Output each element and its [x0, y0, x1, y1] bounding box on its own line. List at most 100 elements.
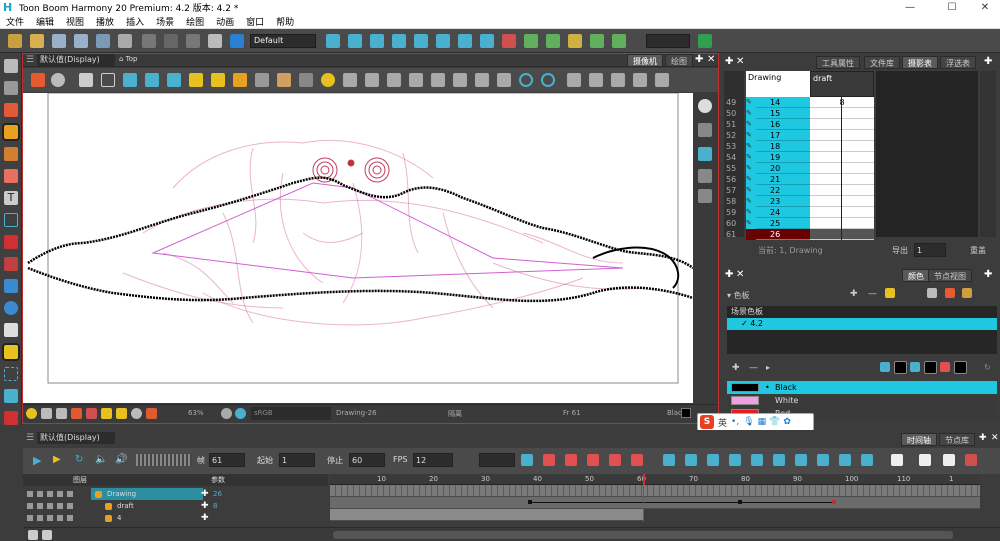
stack2-icon[interactable] [698, 189, 712, 203]
timeline-grip-icon[interactable]: ☰ [26, 433, 34, 443]
xsheet-draft-cell[interactable] [810, 185, 874, 196]
globe-icon[interactable] [4, 301, 18, 315]
panel-menu-icon-2[interactable]: ✚ [984, 269, 992, 280]
scene-palette-row[interactable]: 场景色板 [727, 306, 997, 318]
menu-scene[interactable]: 场景 [150, 15, 180, 28]
palette-folder-icon[interactable] [885, 288, 895, 298]
safe-area-icon[interactable] [123, 73, 137, 87]
color-fill-swatch[interactable] [924, 361, 937, 374]
bounding-box-icon[interactable] [568, 34, 582, 48]
xsheet-row[interactable]: 50 ✎ 15 [724, 108, 874, 119]
xsheet-row[interactable]: 49 ✎ 14 8 [724, 97, 874, 108]
xsheet-drawing-cell[interactable]: 19 [756, 152, 810, 163]
play-button[interactable]: ▶ [33, 454, 41, 467]
export-field[interactable] [914, 243, 946, 257]
layer-name[interactable]: 4 [101, 512, 203, 524]
select-tool-icon[interactable] [4, 59, 18, 73]
layer-add-icon[interactable]: ✚ [201, 512, 209, 524]
track-draft[interactable] [330, 497, 980, 509]
xsheet-drawing-cell[interactable]: 24 [756, 207, 810, 218]
fit-icon[interactable] [655, 73, 669, 87]
xsheet-row[interactable]: 57 ✎ 22 [724, 185, 874, 196]
open-folder-icon[interactable] [30, 34, 44, 48]
fps-field[interactable] [413, 453, 453, 467]
track-drawing[interactable] [330, 485, 980, 497]
xsheet-draft-cell[interactable] [810, 218, 874, 229]
track-layer-4[interactable] [330, 509, 644, 521]
add-palette-button[interactable]: ✚ [850, 289, 858, 299]
field-guide-icon[interactable] [145, 73, 159, 87]
layer-lock-icon[interactable] [37, 503, 43, 509]
add-view-icon[interactable]: ✚ [695, 54, 703, 65]
color-menu-arrow[interactable]: ▸ [766, 363, 770, 372]
xsheet-row[interactable]: 59 ✎ 24 [724, 207, 874, 218]
ime-mic-icon[interactable]: 🎙 [743, 417, 754, 427]
sync-icon[interactable] [839, 454, 851, 466]
camera-canvas[interactable] [23, 92, 694, 403]
menu-drawing[interactable]: 绘图 [180, 15, 210, 28]
keyframe-icon-2[interactable] [543, 454, 555, 466]
timeline-add-icon[interactable]: ✚ [979, 433, 987, 443]
lock-small-icon[interactable] [101, 408, 112, 419]
xsheet-drawing-cell[interactable]: 18 [756, 141, 810, 152]
delete-icon[interactable] [773, 454, 785, 466]
close-view-icon[interactable]: ✕ [707, 54, 715, 65]
timeline-display-select[interactable]: 默认值(Display) [37, 432, 115, 444]
remove-palette-button[interactable]: — [868, 289, 877, 299]
close-panel-icon[interactable]: ✕ [736, 56, 744, 67]
flip-h-icon[interactable] [409, 73, 423, 87]
stamp-tool-icon[interactable] [4, 147, 18, 161]
transform-icon[interactable] [326, 34, 340, 48]
tab-node-library[interactable]: 节点库 [939, 433, 975, 446]
crop-icon[interactable] [633, 73, 647, 87]
brush-tool-icon[interactable] [4, 103, 18, 117]
column-header-drawing[interactable]: Drawing [746, 71, 810, 97]
eraser-tool-icon[interactable] [4, 169, 18, 183]
peg-icon[interactable] [524, 34, 538, 48]
draft-key-end[interactable] [832, 500, 836, 504]
menu-window[interactable]: 窗口 [240, 15, 270, 28]
xsheet-row[interactable]: 54 ✎ 19 [724, 152, 874, 163]
layer-lock-icon[interactable] [37, 515, 43, 521]
hierarchy-icon[interactable] [590, 34, 604, 48]
layer-name[interactable]: draft [101, 500, 203, 512]
tab-camera[interactable]: 摄像机 [627, 54, 663, 67]
keyframe-icon-3[interactable] [565, 454, 577, 466]
xsheet-draft-cell[interactable] [810, 130, 874, 141]
color-fill-icon[interactable] [910, 362, 920, 372]
close-panel-icon-2[interactable]: ✕ [736, 269, 744, 280]
spline-offset-icon[interactable] [436, 34, 450, 48]
xsheet-draft-cell[interactable] [810, 207, 874, 218]
timeline-hscroll[interactable] [333, 531, 953, 539]
xsheet-drawing-cell[interactable]: 23 [756, 196, 810, 207]
contour-editor-icon[interactable] [4, 81, 18, 95]
ime-punct-icon[interactable]: •, [731, 417, 739, 427]
add-panel-icon-2[interactable]: ✚ [725, 269, 733, 280]
maximize-button[interactable]: ☐ [937, 0, 967, 15]
timeline-ruler[interactable]: 10 20 30 40 50 60 70 80 90 100 110 1 [330, 474, 980, 485]
layer-color-icon[interactable] [67, 491, 73, 497]
zoom-level[interactable]: 63% [188, 409, 204, 417]
add-color-button[interactable]: ✚ [732, 363, 740, 373]
save-version-icon[interactable] [96, 34, 110, 48]
tab-library[interactable]: 文件库 [864, 56, 900, 69]
xsheet-row[interactable]: 58 ✎ 23 [724, 196, 874, 207]
play-selection-icon[interactable]: ▶ [53, 454, 61, 465]
color-line-swatch[interactable] [894, 361, 907, 374]
stop-field[interactable] [349, 453, 385, 467]
add-panel-icon[interactable]: ✚ [725, 56, 733, 67]
translate-icon[interactable] [348, 34, 362, 48]
color-swatch-row[interactable]: White [727, 394, 997, 407]
show-strokes-icon[interactable] [567, 73, 581, 87]
envelope-icon[interactable] [387, 73, 401, 87]
layer-solo-icon[interactable] [47, 515, 53, 521]
minimize-button[interactable]: — [895, 0, 925, 15]
layer-name[interactable]: Drawing [91, 488, 203, 500]
extend-icon[interactable] [795, 454, 807, 466]
onion-icon[interactable] [71, 408, 82, 419]
motion-key-icon[interactable] [707, 454, 719, 466]
sound-icon[interactable]: 🔈 [95, 454, 107, 465]
xsheet-draft-cell[interactable]: 8 [810, 97, 874, 108]
save-as-icon[interactable] [74, 34, 88, 48]
copy-icon[interactable] [186, 34, 200, 48]
